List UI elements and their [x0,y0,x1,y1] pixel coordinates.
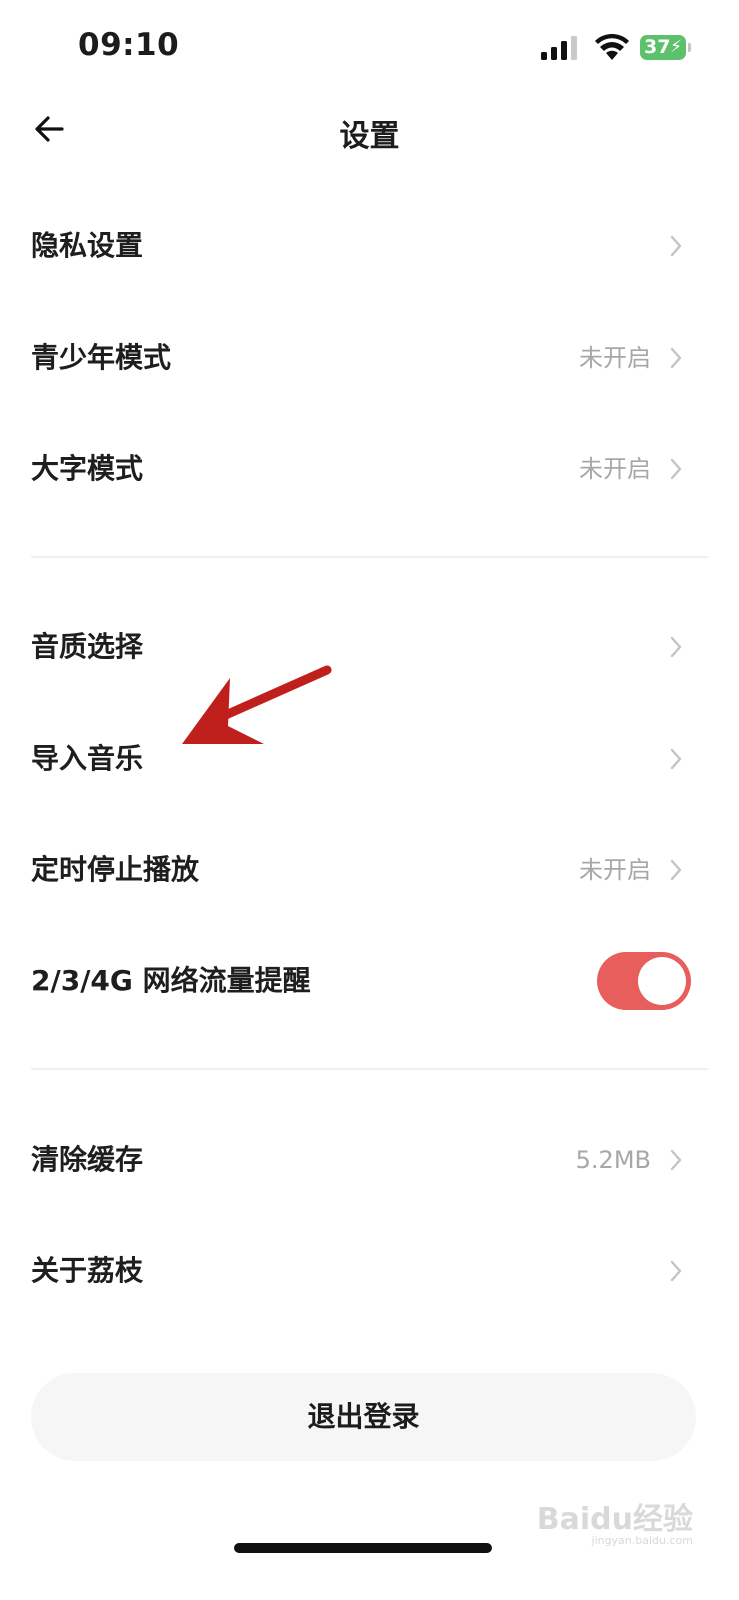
signal-icon [541,36,577,60]
charging-bolt-icon: ⚡ [670,37,682,57]
setting-row-clear-cache[interactable]: 清除缓存 5.2MB [0,1104,739,1216]
data-alert-toggle[interactable] [597,952,691,1010]
chevron-right-icon [670,458,682,480]
setting-value: 未开启 [579,455,651,483]
chevron-right-icon [670,1260,682,1282]
chevron-right-icon [670,1149,682,1171]
nav-bar: 设置 [0,95,739,167]
setting-value: 未开启 [579,344,651,372]
setting-label: 定时停止播放 [31,853,200,886]
toggle-knob [638,957,686,1005]
chevron-right-icon [670,636,682,658]
status-time: 09:10 [78,27,180,63]
setting-label: 音质选择 [31,630,144,663]
battery-icon: 37 ⚡ [640,35,686,60]
setting-label: 导入音乐 [31,742,144,775]
logout-button[interactable]: 退出登录 [31,1373,696,1461]
section-divider [31,1068,708,1070]
section-divider [31,556,708,558]
chevron-right-icon [670,748,682,770]
setting-label: 关于荔枝 [31,1254,144,1287]
setting-row-about[interactable]: 关于荔枝 [0,1215,739,1327]
wifi-icon [595,34,629,60]
setting-label: 清除缓存 [31,1143,144,1176]
chevron-right-icon [670,859,682,881]
setting-label: 青少年模式 [31,341,172,374]
setting-row-sleep-timer[interactable]: 定时停止播放 未开启 [0,814,739,926]
chevron-right-icon [670,235,682,257]
setting-label: 隐私设置 [31,229,144,262]
setting-row-audio-quality[interactable]: 音质选择 [0,591,739,703]
setting-row-import-music[interactable]: 导入音乐 [0,703,739,815]
setting-value: 未开启 [579,856,651,884]
battery-level: 37 [644,36,671,58]
setting-row-privacy[interactable]: 隐私设置 [0,190,739,302]
page-title: 设置 [339,119,400,154]
setting-label: 大字模式 [31,452,144,485]
home-indicator[interactable] [234,1543,492,1553]
setting-row-teen-mode[interactable]: 青少年模式 未开启 [0,302,739,414]
setting-label: 2/3/4G 网络流量提醒 [31,964,311,997]
watermark-text: Baidu经验 [536,1502,693,1537]
chevron-right-icon [670,347,682,369]
setting-value: 5.2MB [575,1146,651,1174]
annotation-arrow-icon [182,665,332,744]
status-bar: 09:10 37 ⚡ [0,0,739,95]
battery-cap [688,43,691,52]
setting-row-large-font[interactable]: 大字模式 未开启 [0,413,739,525]
setting-row-data-alert: 2/3/4G 网络流量提醒 [0,925,739,1037]
baidu-watermark: Baidu经验 jingyan.baidu.com [537,1494,693,1547]
